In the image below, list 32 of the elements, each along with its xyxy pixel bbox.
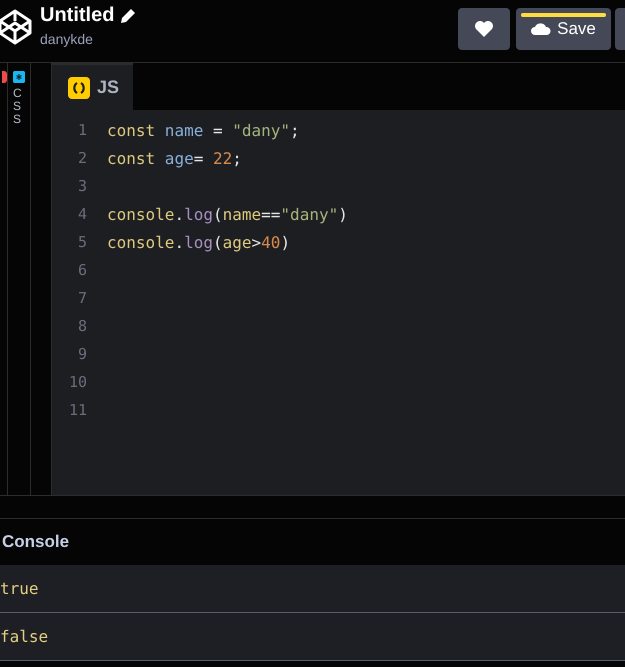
line-number: 3	[76, 177, 87, 195]
line-number: 10	[68, 373, 87, 391]
console-output: false	[0, 627, 48, 646]
line-number: 6	[76, 261, 87, 279]
heart-icon	[474, 20, 494, 38]
line-number: 9	[76, 345, 87, 363]
save-button[interactable]: Save	[516, 8, 611, 50]
line-number: 2	[76, 149, 87, 167]
line-number: 5	[76, 233, 87, 251]
line-number: 8	[76, 317, 87, 335]
cloud-icon	[531, 22, 552, 36]
code-line: const age= 22;	[107, 148, 242, 168]
console-output: true	[0, 579, 39, 598]
line-number: 4	[76, 205, 87, 223]
line-number: 1	[76, 121, 87, 139]
like-button[interactable]	[458, 8, 510, 50]
js-tab[interactable]: JS	[52, 63, 133, 110]
pen-title: Untitled	[40, 4, 114, 27]
code-line: console.log(name=="dany")	[107, 204, 348, 224]
css-tab-label[interactable]: CSS	[13, 87, 25, 127]
pencil-icon[interactable]	[120, 8, 136, 24]
html-tab-icon[interactable]	[2, 71, 7, 83]
code-line: console.log(age>40)	[107, 232, 290, 252]
braces-icon	[68, 76, 90, 98]
code-editor[interactable]: 1 const name = "dany"; 2 const age= 22; 3 4 console.log(name=="dany") 5 console.log(age>40) 6 7 8 9 10 11	[52, 110, 625, 495]
line-number: 11	[68, 401, 87, 419]
console-title: Console	[2, 532, 70, 552]
code-line: const name = "dany";	[107, 120, 300, 140]
line-number: 7	[76, 289, 87, 307]
cube-logo-icon	[0, 9, 32, 45]
asterisk-icon	[13, 71, 25, 83]
author-name[interactable]: danykde	[40, 31, 136, 47]
